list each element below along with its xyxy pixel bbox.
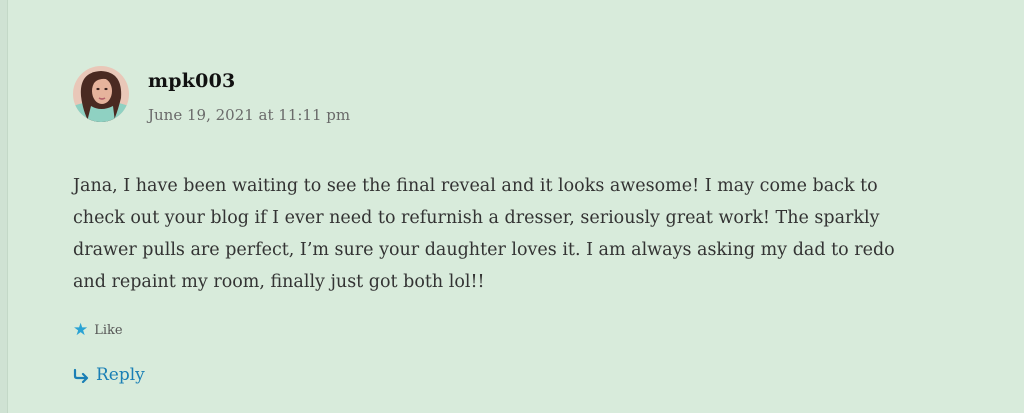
page-left-edge <box>0 0 8 413</box>
reply-link[interactable]: Reply <box>73 365 145 385</box>
comment-date[interactable]: June 19, 2021 at 11:11 pm <box>148 106 350 124</box>
reply-label: Reply <box>96 365 145 385</box>
avatar-image <box>73 66 129 122</box>
star-icon: ★ <box>73 320 89 340</box>
reply-arrow-icon <box>73 368 89 383</box>
comment-author[interactable]: mpk003 <box>148 70 235 92</box>
avatar[interactable] <box>73 66 129 122</box>
like-label: Like <box>94 323 123 338</box>
like-button[interactable]: ★ Like <box>73 322 123 339</box>
comment-text: Jana, I have been waiting to see the fin… <box>73 176 895 292</box>
